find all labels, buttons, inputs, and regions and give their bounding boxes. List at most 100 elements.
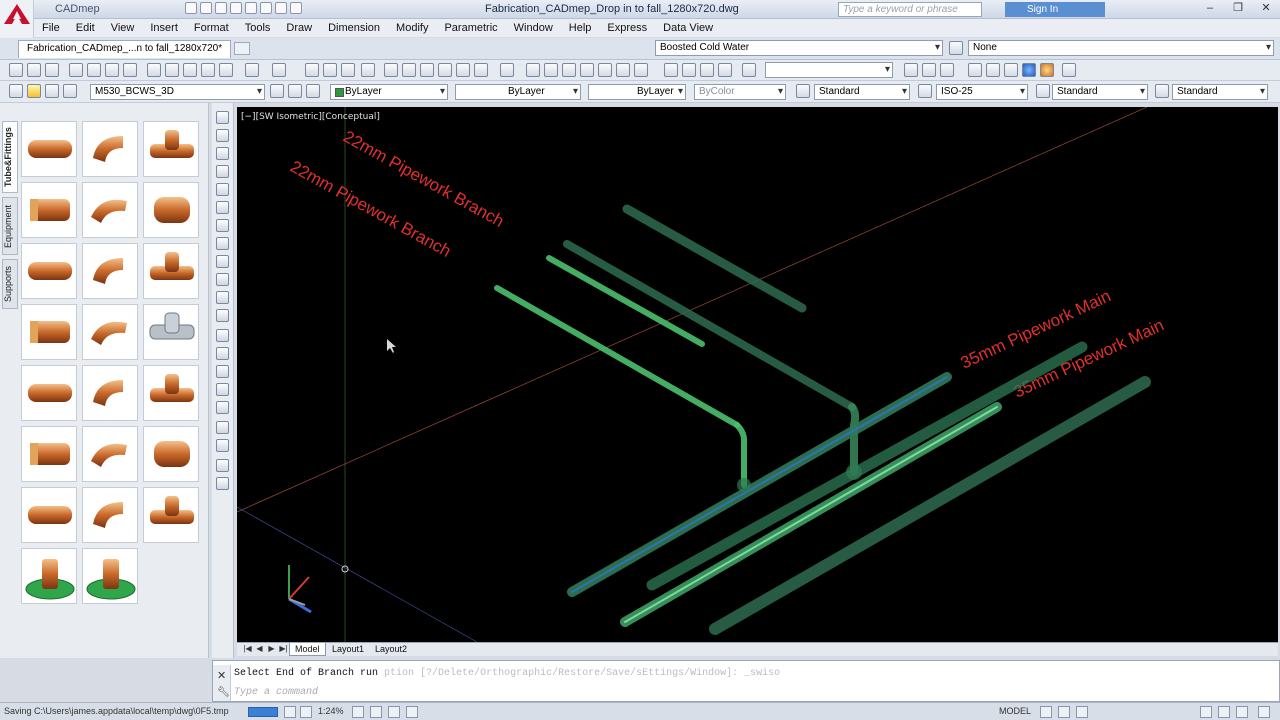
osnap-toggle-icon[interactable] <box>388 706 400 718</box>
help-icon[interactable] <box>500 63 514 77</box>
mleader-style-icon[interactable] <box>1155 84 1169 98</box>
visual-style-hidden-icon[interactable] <box>1004 63 1018 77</box>
ortho-toggle-icon[interactable] <box>352 706 364 718</box>
menu-draw[interactable]: Draw <box>278 22 320 34</box>
menu-window[interactable]: Window <box>506 22 561 34</box>
3d-dwf-icon[interactable] <box>123 63 137 77</box>
menu-file[interactable]: File <box>34 22 68 34</box>
help-search-input[interactable]: Type a keyword or phrase <box>838 2 982 17</box>
palette-item[interactable] <box>21 548 77 604</box>
match-properties-icon[interactable] <box>201 63 215 77</box>
menu-edit[interactable]: Edit <box>68 22 103 34</box>
view-se-iso-icon[interactable] <box>664 63 678 77</box>
menu-express[interactable]: Express <box>599 22 655 34</box>
menu-tools[interactable]: Tools <box>237 22 279 34</box>
ucs-previous-icon[interactable] <box>922 63 936 77</box>
command-input[interactable]: Type a command <box>234 686 1274 700</box>
grid-display-icon[interactable] <box>1040 706 1052 718</box>
properties-palette-icon[interactable] <box>216 273 229 286</box>
first-layout-icon[interactable]: |◀ <box>243 644 252 654</box>
open-file-icon[interactable] <box>27 63 41 77</box>
text-style-icon[interactable] <box>796 84 810 98</box>
palette-item[interactable] <box>82 548 138 604</box>
save-file-icon[interactable] <box>45 63 59 77</box>
visual-style-2d-icon[interactable] <box>968 63 982 77</box>
palette-item[interactable] <box>82 182 138 238</box>
tool-palettes-icon[interactable] <box>420 63 434 77</box>
item-folders-icon[interactable] <box>216 165 229 178</box>
polar-toggle-icon[interactable] <box>370 706 382 718</box>
maximize-button[interactable]: ❐ <box>1224 0 1252 17</box>
plot-file-icon[interactable] <box>69 63 83 77</box>
named-views-select[interactable] <box>765 62 893 78</box>
new-icon[interactable] <box>185 2 197 14</box>
save-as-icon[interactable] <box>230 2 242 14</box>
color-select[interactable]: ByLayer <box>330 84 448 100</box>
layer-properties-icon[interactable] <box>9 84 23 98</box>
text-style-select[interactable]: Standard <box>814 84 910 100</box>
customize-command-icon[interactable]: 🔧︎ <box>217 687 230 698</box>
table-style-icon[interactable] <box>1036 84 1050 98</box>
ucs-icon[interactable] <box>904 63 918 77</box>
orbit-icon[interactable] <box>718 63 732 77</box>
quickcalc-icon[interactable] <box>474 63 488 77</box>
markup-icon[interactable] <box>456 63 470 77</box>
make-current-icon[interactable] <box>270 84 284 98</box>
valves-icon[interactable] <box>216 201 229 214</box>
palette-item[interactable] <box>82 487 138 543</box>
plotstyle-select[interactable]: ByColor <box>694 84 786 100</box>
menu-parametric[interactable]: Parametric <box>436 22 505 34</box>
designcenter-icon[interactable] <box>402 63 416 77</box>
palette-item[interactable] <box>143 426 199 482</box>
workspace-switch-icon[interactable] <box>1076 706 1088 718</box>
tab-layout2[interactable]: Layout2 <box>370 643 412 656</box>
undo-icon[interactable] <box>260 2 272 14</box>
toolbar-undo-icon[interactable] <box>245 63 259 77</box>
last-layout-icon[interactable]: ▶| <box>279 644 288 654</box>
palette-item[interactable] <box>82 365 138 421</box>
insulation-icon[interactable] <box>216 219 229 232</box>
open-icon[interactable] <box>200 2 212 14</box>
palette-item[interactable] <box>21 121 77 177</box>
view-front-icon[interactable] <box>598 63 612 77</box>
view-back-icon[interactable] <box>616 63 630 77</box>
visual-style-wire-icon[interactable] <box>986 63 1000 77</box>
visual-styles-manager-icon[interactable] <box>1062 63 1076 77</box>
properties-icon[interactable] <box>384 63 398 77</box>
dim-style-select[interactable]: ISO-25 <box>936 84 1028 100</box>
hangers-icon[interactable] <box>216 383 229 396</box>
lineweight-select[interactable]: ByLayer <box>588 84 686 100</box>
export-icon[interactable] <box>216 439 229 452</box>
camera-icon[interactable] <box>742 63 756 77</box>
orbit-3d-icon[interactable] <box>216 255 229 268</box>
annotation-scale-icon[interactable] <box>1058 706 1070 718</box>
service-settings-icon[interactable] <box>949 41 963 55</box>
service-icon[interactable] <box>216 147 229 160</box>
service-filter-select[interactable]: None <box>968 40 1274 56</box>
tab-model[interactable]: Model <box>289 643 326 656</box>
layer-select[interactable]: M530_BCWS_3D <box>90 84 265 100</box>
snap-toggle-icon[interactable] <box>300 706 312 718</box>
palette-item[interactable] <box>21 304 77 360</box>
world-ucs-icon[interactable] <box>940 63 954 77</box>
palette-item[interactable] <box>82 426 138 482</box>
route-icon[interactable] <box>216 347 229 360</box>
paste-icon[interactable] <box>183 63 197 77</box>
dim-style-icon[interactable] <box>918 84 932 98</box>
copy-icon[interactable] <box>165 63 179 77</box>
clean-screen-icon[interactable] <box>1236 706 1248 718</box>
zoom-realtime-icon[interactable] <box>323 63 337 77</box>
publish-icon[interactable] <box>105 63 119 77</box>
model-space-label[interactable]: MODEL <box>999 706 1031 716</box>
view-bottom-icon[interactable] <box>544 63 558 77</box>
service-select[interactable]: Boosted Cold Water <box>655 40 943 56</box>
close-command-icon[interactable]: ✕ <box>217 669 226 682</box>
connectors-icon[interactable] <box>216 291 229 304</box>
palette-item[interactable] <box>21 243 77 299</box>
view-sw-iso-icon[interactable] <box>634 63 648 77</box>
view-left-icon[interactable] <box>562 63 576 77</box>
menu-modify[interactable]: Modify <box>388 22 436 34</box>
zoom-icon[interactable] <box>216 237 229 250</box>
tab-layout1[interactable]: Layout1 <box>327 643 369 656</box>
zoom-previous-icon[interactable] <box>361 63 375 77</box>
